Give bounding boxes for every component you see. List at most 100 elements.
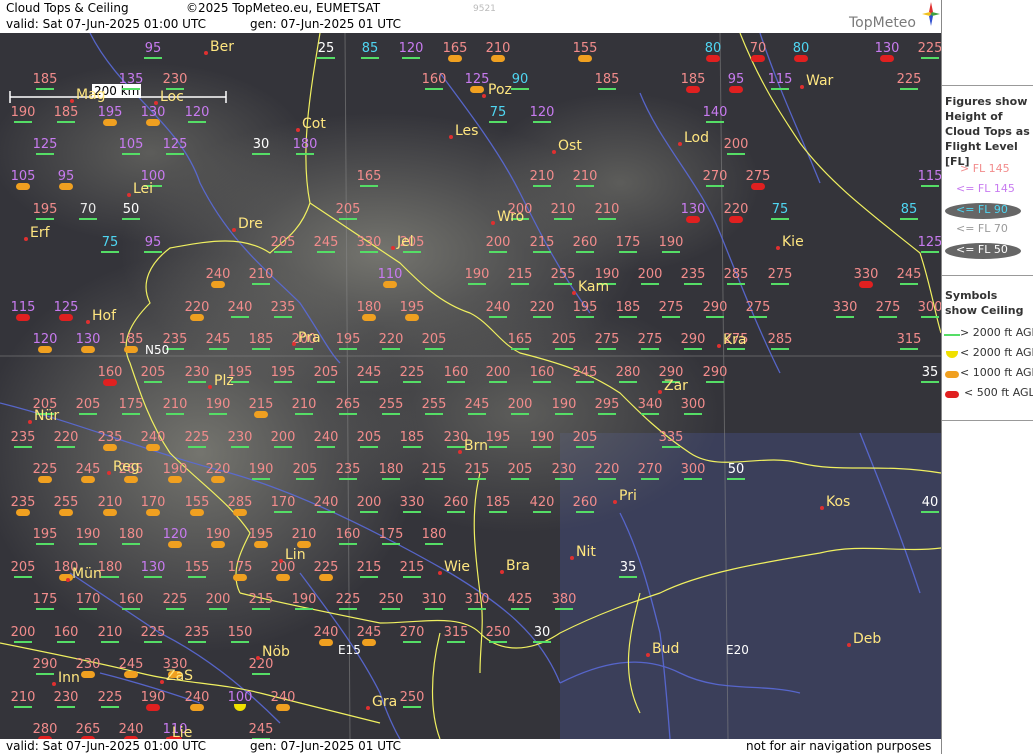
ceiling-symbol-green — [921, 511, 939, 513]
ceiling-symbol-green — [144, 641, 162, 643]
footer: valid: Sat 07-Jun-2025 01:00 UTC gen: 07… — [0, 739, 941, 754]
cloud-top-value: 50 — [727, 462, 745, 477]
ceiling-symbol-green — [122, 543, 140, 545]
cloud-top-value: 200 — [10, 625, 36, 640]
ceiling-symbol-red — [751, 55, 765, 62]
city-label: Bra — [506, 558, 530, 574]
cloud-top-value: 220 — [184, 300, 210, 315]
cloud-top-value: 210 — [594, 202, 620, 217]
ceiling-symbol-green — [296, 153, 314, 155]
ceiling-symbol-green — [144, 576, 162, 578]
ceiling-symbol-red — [729, 216, 743, 223]
cloud-top-value: 230 — [162, 72, 188, 87]
ceiling-symbol-org — [190, 704, 204, 711]
cloud-top-value: 155 — [184, 495, 210, 510]
city-marker — [500, 570, 504, 574]
cloud-top-value: 210 — [485, 41, 511, 56]
cloud-top-value: 185 — [53, 105, 79, 120]
cloud-top-value: 75 — [101, 235, 119, 250]
cloud-top-value: 265 — [75, 722, 101, 737]
cloud-top-value: 205 — [75, 397, 101, 412]
city-marker — [208, 385, 212, 389]
cloud-top-value: 290 — [680, 332, 706, 347]
cloud-top-value: 205 — [507, 462, 533, 477]
cloud-top-value: 230 — [53, 690, 79, 705]
cloud-top-value: 170 — [75, 592, 101, 607]
ceiling-symbol-green — [727, 153, 745, 155]
city-marker — [204, 51, 208, 55]
ceiling-symbol-green — [57, 641, 75, 643]
cloud-top-value: 225 — [162, 592, 188, 607]
ceiling-symbol-green — [382, 608, 400, 610]
ceiling-symbol-red — [146, 704, 160, 711]
cloud-top-value: 235 — [184, 625, 210, 640]
cloud-top-value: 170 — [140, 495, 166, 510]
ceiling-symbol-green — [231, 316, 249, 318]
cloud-top-value: 125 — [162, 137, 188, 152]
ceiling-symbol-green — [684, 478, 702, 480]
cloud-top-value: 200 — [356, 495, 382, 510]
ceiling-symbol-green — [403, 511, 421, 513]
cloud-top-value: 125 — [464, 72, 490, 87]
cloud-top-value: 295 — [594, 397, 620, 412]
grid-label-e20: E20 — [726, 643, 749, 657]
cloud-top-value: 255 — [421, 397, 447, 412]
ceiling-symbol-red — [706, 55, 720, 62]
generated-time: gen: 07-Jun-2025 01 UTC — [250, 17, 402, 31]
ceiling-symbol-green — [489, 121, 507, 123]
cloud-top-value: 120 — [398, 41, 424, 56]
cloud-top-value: 120 — [184, 105, 210, 120]
cloud-top-value: 160 — [97, 365, 123, 380]
ceiling-symbol-org — [276, 574, 290, 581]
cloud-top-value: 290 — [702, 300, 728, 315]
cloud-top-value: 165 — [356, 169, 382, 184]
cloud-top-value: 270 — [702, 169, 728, 184]
cloud-top-value: 165 — [442, 41, 468, 56]
city-label: Gra — [372, 694, 398, 710]
city-marker — [391, 246, 395, 250]
cloud-top-value: 175 — [118, 397, 144, 412]
city-label: Kos — [826, 494, 851, 510]
cloud-top-value: 195 — [485, 430, 511, 445]
ceiling-symbol-green — [533, 381, 551, 383]
cloud-top-value: 275 — [637, 332, 663, 347]
city-marker — [279, 559, 283, 563]
cloud-top-value: 185 — [118, 332, 144, 347]
city-label: Mag — [76, 87, 106, 103]
ceiling-symbol-org — [254, 541, 268, 548]
ceiling-symbol-green — [555, 608, 573, 610]
ceiling-symbol-green — [403, 381, 421, 383]
city-marker — [570, 556, 574, 560]
ceiling-symbol-green — [295, 413, 313, 415]
city-label: War — [806, 73, 834, 89]
city-label: Jel — [397, 234, 414, 250]
city-marker — [438, 571, 442, 575]
city-marker — [717, 344, 721, 348]
ceiling-symbol-green — [489, 251, 507, 253]
cloud-top-value: 195 — [270, 365, 296, 380]
cloud-top-value: 225 — [140, 625, 166, 640]
city-label: Lei — [133, 181, 154, 197]
ceiling-symbol-green — [403, 706, 421, 708]
ceiling-symbol-org — [81, 346, 95, 353]
ceiling-symbol-org — [38, 346, 52, 353]
city-label: Reg — [113, 459, 140, 475]
cloud-top-value: 225 — [896, 72, 922, 87]
city-label: Nür — [34, 408, 60, 424]
cloud-top-value: 75 — [489, 105, 507, 120]
ceiling-symbol-green — [879, 316, 897, 318]
ceiling-symbol-red — [751, 183, 765, 190]
ceiling-symbol-green — [36, 543, 54, 545]
ceiling-symbol-org — [168, 541, 182, 548]
ceiling-symbol-green — [252, 608, 270, 610]
ceiling-symbol-org — [103, 444, 117, 451]
cloud-top-value: 75 — [771, 202, 789, 217]
cloud-top-value: 50 — [122, 202, 140, 217]
cloud-top-value: 270 — [637, 462, 663, 477]
ceiling-symbol-green — [684, 413, 702, 415]
cloud-top-value: 225 — [399, 365, 425, 380]
cloud-top-value: 130 — [75, 332, 101, 347]
satellite-map[interactable]: 200 km 95 25 85 120 165 210 155 80 70 80 130 225 185… — [0, 33, 941, 739]
cloud-top-value: 425 — [507, 592, 533, 607]
cloud-top-value: 310 — [464, 592, 490, 607]
